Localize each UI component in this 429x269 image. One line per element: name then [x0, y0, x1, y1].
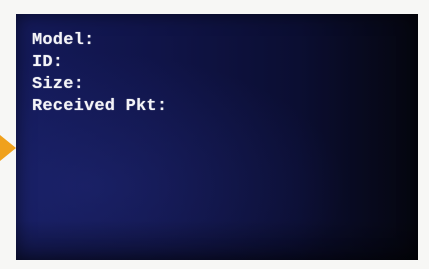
lcd-screen: Model: ID: Size: Received Pkt: [16, 14, 418, 260]
field-list: Model: ID: Size: Received Pkt: [32, 30, 167, 118]
model-label: Model: [32, 31, 95, 50]
pointer-arrow-icon [0, 135, 16, 161]
id-label: ID: [32, 53, 64, 72]
size-label: Size: [32, 75, 85, 94]
received-pkt-label: Received Pkt: [32, 97, 168, 116]
device-display-frame: Model: ID: Size: Received Pkt: [0, 0, 429, 269]
